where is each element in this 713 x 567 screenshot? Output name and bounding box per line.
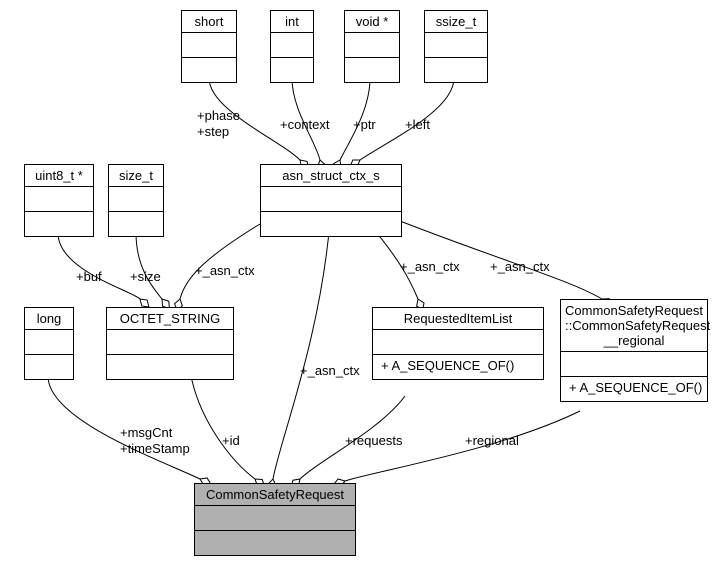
class-method: + A_SEQUENCE_OF() xyxy=(373,355,543,379)
class-voidptr: void * xyxy=(344,10,400,83)
edge-label-size: +size xyxy=(130,269,161,285)
class-title: void * xyxy=(345,11,399,33)
edge-label-context: +context xyxy=(280,117,330,133)
class-ssize_t: ssize_t xyxy=(424,10,488,83)
class-requested-item-list: RequestedItemList + A_SEQUENCE_OF() xyxy=(372,307,544,380)
edge-label-left: +left xyxy=(405,117,430,133)
class-title: CommonSafetyRequest xyxy=(195,484,355,506)
class-title: RequestedItemList xyxy=(373,308,543,330)
class-title: size_t xyxy=(109,165,163,187)
edge-label-asnctx-4: +_asn_ctx xyxy=(300,363,360,379)
class-title: long xyxy=(25,308,73,330)
class-int: int xyxy=(270,10,314,83)
edge-label-asnctx-1: +_asn_ctx xyxy=(195,263,255,279)
edge-label-msgcnt: +msgCnt +timeStamp xyxy=(120,425,190,456)
class-title: OCTET_STRING xyxy=(107,308,233,330)
edge-label-buf: +buf xyxy=(76,269,102,285)
class-asn-struct: asn_struct_ctx_s xyxy=(260,164,402,237)
class-long: long xyxy=(24,307,74,380)
class-title: uint8_t * xyxy=(25,165,93,187)
class-title-line: __regional xyxy=(565,333,703,348)
class-octet-string: OCTET_STRING xyxy=(106,307,234,380)
edge-label-phase-step: +phase +step xyxy=(197,108,240,139)
edge-label-regional: +regional xyxy=(465,433,519,449)
class-title: asn_struct_ctx_s xyxy=(261,165,401,187)
class-title: int xyxy=(271,11,313,33)
edge-label-ptr: +ptr xyxy=(353,117,376,133)
edge-label-asnctx-2: +_asn_ctx xyxy=(400,259,460,275)
edge-label-id: +id xyxy=(222,433,240,449)
class-title: short xyxy=(182,11,236,33)
class-short: short xyxy=(181,10,237,83)
edge-label-requests: +requests xyxy=(345,433,402,449)
class-common-safety-request: CommonSafetyRequest xyxy=(194,483,356,556)
class-title-line: CommonSafetyRequest xyxy=(565,303,703,318)
class-title-line: ::CommonSafetyRequest xyxy=(565,318,703,333)
edge-label-asnctx-3: +_asn_ctx xyxy=(490,259,550,275)
class-method: + A_SEQUENCE_OF() xyxy=(561,377,707,401)
class-regional: CommonSafetyRequest ::CommonSafetyReques… xyxy=(560,299,708,402)
class-uint8ptr: uint8_t * xyxy=(24,164,94,237)
class-title: ssize_t xyxy=(425,11,487,33)
class-size_t: size_t xyxy=(108,164,164,237)
